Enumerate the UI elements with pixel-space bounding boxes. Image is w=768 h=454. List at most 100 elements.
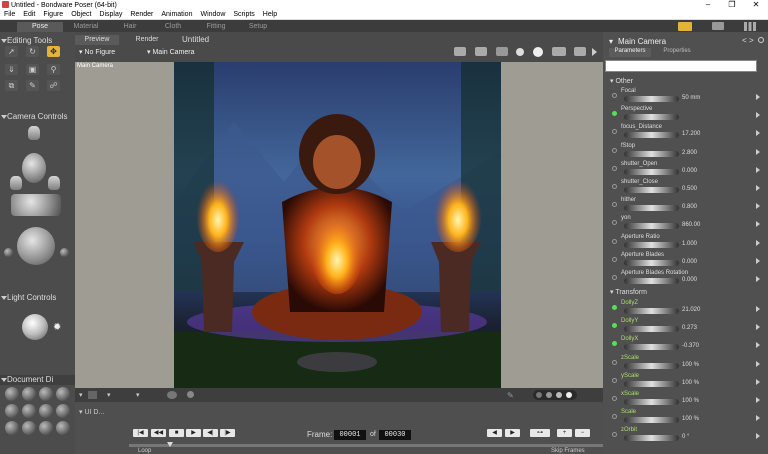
- param-dial[interactable]: [624, 168, 679, 175]
- param-dial[interactable]: [624, 308, 679, 314]
- param-dial[interactable]: [624, 380, 679, 387]
- param-menu-icon[interactable]: [756, 148, 760, 155]
- parameter-search-input[interactable]: [605, 60, 757, 72]
- trackball-icon[interactable]: [17, 227, 55, 265]
- tab-fitting[interactable]: Fitting: [193, 22, 239, 32]
- scale-dial-icon[interactable]: [4, 248, 13, 257]
- param-value[interactable]: 21.020: [682, 307, 700, 313]
- param-row[interactable]: hither 0.800: [610, 197, 763, 215]
- figure-select[interactable]: ▾ No Figure: [79, 48, 115, 56]
- tab-cloth[interactable]: Cloth: [150, 22, 196, 32]
- param-value[interactable]: 2.800: [682, 150, 697, 156]
- prev-key-button[interactable]: ◀◀: [151, 429, 166, 437]
- param-value[interactable]: 0.000: [682, 259, 697, 265]
- panel-collapse-icon[interactable]: ▾: [609, 37, 613, 46]
- render-icon[interactable]: [496, 47, 508, 56]
- param-toggle-icon[interactable]: [612, 432, 617, 438]
- param-menu-icon[interactable]: [756, 397, 760, 403]
- menu-figure[interactable]: Figure: [39, 11, 67, 18]
- param-menu-icon[interactable]: [756, 221, 760, 228]
- param-row[interactable]: Scale 100 %: [610, 409, 763, 427]
- pen-icon[interactable]: ✎: [507, 391, 514, 400]
- param-row[interactable]: Perspective: [610, 106, 763, 124]
- param-menu-icon[interactable]: [756, 324, 760, 331]
- param-toggle-icon[interactable]: [612, 414, 617, 420]
- move-down-icon[interactable]: ⇓: [5, 64, 18, 75]
- param-toggle-icon[interactable]: [612, 359, 617, 365]
- param-menu-icon[interactable]: [756, 257, 760, 264]
- param-dial[interactable]: [624, 259, 679, 266]
- param-menu-icon[interactable]: [756, 415, 760, 422]
- param-dial[interactable]: [624, 326, 679, 333]
- param-row[interactable]: Aperture Blades 0.000: [610, 252, 763, 270]
- maximize-button[interactable]: ❐: [720, 0, 744, 10]
- param-dial[interactable]: [624, 223, 679, 230]
- menu-display[interactable]: Display: [95, 11, 126, 18]
- param-menu-icon[interactable]: [756, 239, 760, 246]
- translate-icon[interactable]: ✥: [47, 46, 60, 57]
- frame-total-field[interactable]: 00030: [379, 430, 411, 440]
- param-toggle-icon[interactable]: [612, 341, 617, 347]
- param-toggle-icon[interactable]: [612, 111, 617, 117]
- library-icon[interactable]: [744, 22, 756, 31]
- camera-icon[interactable]: [454, 47, 466, 56]
- brush-icon[interactable]: ✎: [26, 80, 39, 91]
- param-value[interactable]: 100 %: [682, 398, 699, 404]
- param-dial[interactable]: [624, 205, 679, 212]
- next-frame-button[interactable]: |▶: [220, 429, 235, 437]
- left-hand-camera-icon[interactable]: [10, 176, 22, 190]
- style-flat-lined-icon[interactable]: [39, 404, 53, 418]
- style-lit-wireframe-icon[interactable]: [5, 404, 19, 418]
- param-row[interactable]: fStop 2.800: [610, 143, 763, 161]
- param-toggle-icon[interactable]: [612, 165, 617, 171]
- param-menu-icon[interactable]: [756, 433, 760, 440]
- timeline-playhead[interactable]: [167, 442, 173, 447]
- param-value[interactable]: 0 °: [682, 434, 689, 440]
- param-row[interactable]: zOrbit 0 °: [610, 427, 763, 445]
- prev-frame-button[interactable]: ◀|: [203, 429, 218, 437]
- camera-select[interactable]: ▾ Main Camera: [147, 48, 194, 56]
- chat-icon[interactable]: [712, 22, 724, 30]
- ground-dropdown-icon[interactable]: ▾: [107, 391, 111, 399]
- param-toggle-icon[interactable]: [612, 147, 617, 153]
- mode-1-icon[interactable]: [536, 392, 542, 398]
- render-settings-icon[interactable]: [552, 47, 566, 56]
- param-toggle-icon[interactable]: [612, 238, 617, 244]
- section-transform[interactable]: ▾ Transform: [610, 288, 647, 296]
- tab-setup[interactable]: Setup: [235, 22, 281, 32]
- param-row[interactable]: Aperture Blades Rotation 0.000: [610, 270, 763, 288]
- param-toggle-icon[interactable]: [612, 275, 617, 280]
- param-menu-icon[interactable]: [756, 306, 760, 312]
- move-xz-icon[interactable]: [11, 194, 61, 216]
- param-value[interactable]: -0.370: [682, 343, 699, 349]
- param-value[interactable]: 100 %: [682, 362, 699, 368]
- param-row[interactable]: DollyZ 21.020: [610, 300, 763, 318]
- minimize-button[interactable]: –: [696, 0, 720, 10]
- param-menu-icon[interactable]: [756, 342, 760, 349]
- menu-render[interactable]: Render: [126, 11, 157, 18]
- param-menu-icon[interactable]: [756, 378, 760, 385]
- param-row[interactable]: focus_Distance 17.200: [610, 124, 763, 142]
- direct-manipulation-icon[interactable]: ☍: [47, 80, 60, 91]
- style-cartoon-icon[interactable]: [56, 404, 70, 418]
- style-outline-icon[interactable]: [22, 387, 36, 401]
- tab-render[interactable]: Render: [125, 35, 169, 45]
- param-row[interactable]: shutter_Close 0.500: [610, 179, 763, 197]
- param-row[interactable]: shutter_Open 0.000: [610, 161, 763, 179]
- param-menu-icon[interactable]: [756, 185, 760, 191]
- editing-tools-header[interactable]: Editing Tools: [0, 36, 75, 46]
- param-value[interactable]: 50 mm: [682, 95, 700, 101]
- param-toggle-icon[interactable]: [612, 184, 617, 189]
- style-hidden-line-icon[interactable]: [56, 387, 70, 401]
- viewport[interactable]: Main Camera: [75, 62, 603, 388]
- param-toggle-icon[interactable]: [612, 396, 617, 401]
- style-smooth-lined-icon[interactable]: [39, 421, 53, 435]
- param-menu-icon[interactable]: [756, 360, 760, 367]
- param-dial[interactable]: [624, 399, 679, 405]
- param-value[interactable]: 0.000: [682, 168, 697, 174]
- tracking-icon[interactable]: [187, 391, 194, 398]
- param-row[interactable]: yScale 100 %: [610, 373, 763, 391]
- mode-2-icon[interactable]: [546, 392, 552, 398]
- param-toggle-icon[interactable]: [612, 129, 617, 135]
- param-value[interactable]: 0.500: [682, 186, 697, 192]
